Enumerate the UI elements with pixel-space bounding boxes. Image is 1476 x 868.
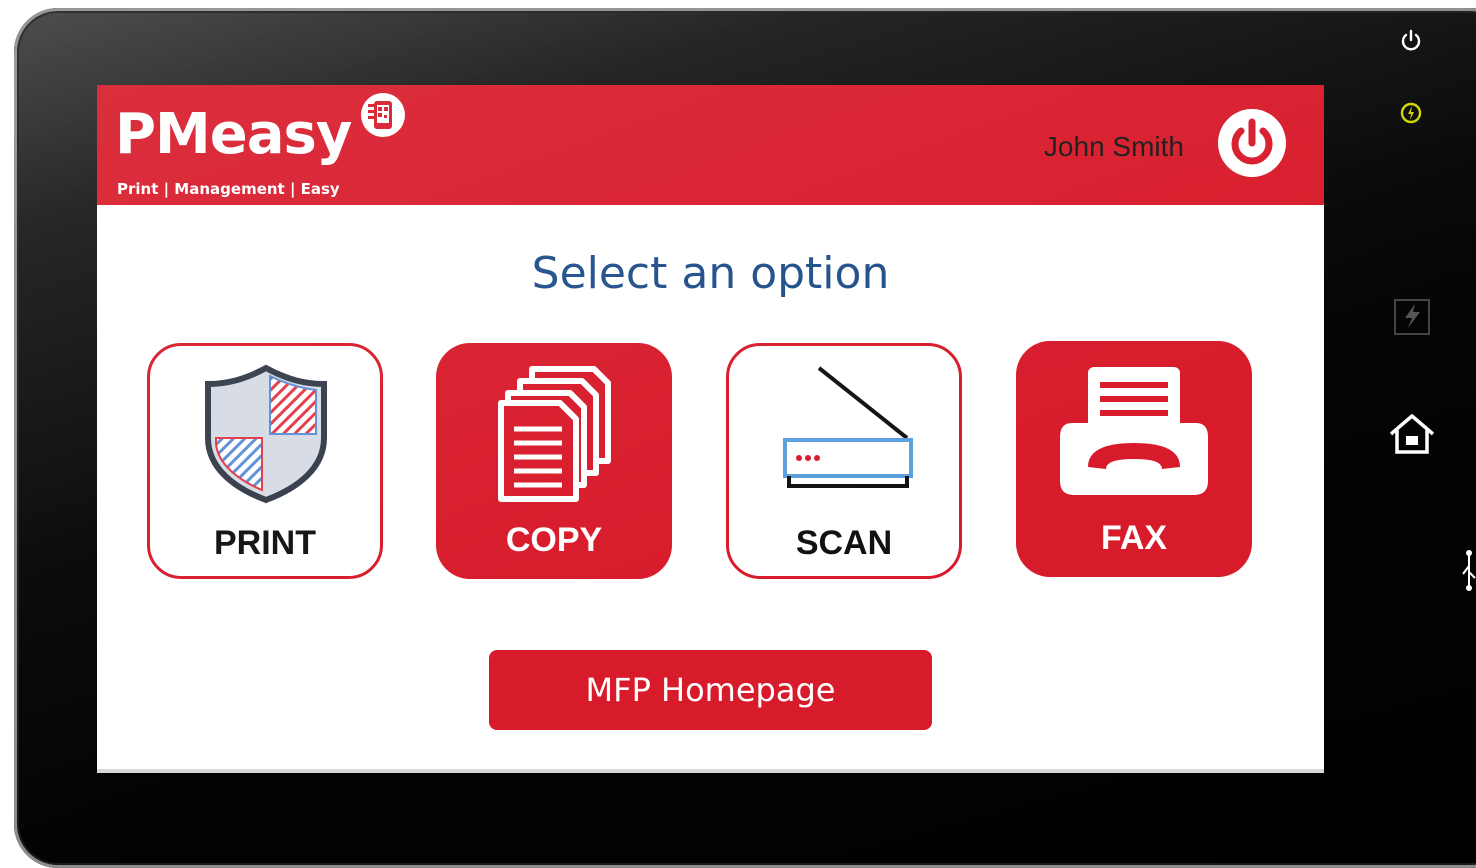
- home-icon: [1389, 414, 1435, 454]
- print-option-label: PRINT: [214, 524, 316, 562]
- fax-option-label: FAX: [1100, 519, 1168, 557]
- device-sleep-button[interactable]: [1394, 186, 1430, 228]
- screen-bottom-edge: [97, 769, 1324, 773]
- mfp-homepage-button[interactable]: MFP Homepage: [489, 650, 932, 730]
- user-name: John Smith: [1043, 131, 1184, 162]
- scan-option-button[interactable]: SCAN: [726, 343, 962, 579]
- device-power-button[interactable]: [1396, 26, 1426, 56]
- device-energy-led: [1398, 100, 1424, 126]
- fax-icon: [1060, 367, 1208, 495]
- app-tagline: Print | Management | Easy: [117, 180, 340, 198]
- shield-icon: [205, 364, 327, 504]
- scan-option-label: SCAN: [795, 524, 893, 562]
- device-usb-port: [1460, 548, 1476, 592]
- copy-option-button[interactable]: COPY: [436, 343, 672, 579]
- energy-saver-icon: [1400, 102, 1422, 124]
- copy-option-label: COPY: [505, 521, 603, 559]
- scanner-icon: [783, 366, 913, 488]
- sleep-icon: [1401, 190, 1418, 224]
- app-header: PMeasy Print | Management | Easy John Sm…: [97, 85, 1324, 205]
- mobile-print-badge-icon: [361, 93, 405, 137]
- power-icon: [1218, 109, 1286, 177]
- device-home-button[interactable]: [1386, 410, 1438, 458]
- documents-icon: [498, 366, 611, 502]
- fax-option-button[interactable]: FAX: [1016, 341, 1252, 577]
- touch-screen: PMeasy Print | Management | Easy John Sm…: [97, 85, 1324, 773]
- app-logo: PMeasy: [115, 102, 352, 167]
- fiery-icon: [1394, 299, 1430, 335]
- usb-icon: [1462, 550, 1476, 591]
- device-fiery-button[interactable]: [1393, 298, 1431, 336]
- logout-button[interactable]: [1216, 107, 1288, 179]
- device-bezel: PMeasy Print | Management | Easy John Sm…: [14, 8, 1476, 868]
- print-option-button[interactable]: PRINT: [147, 343, 383, 579]
- page-title: Select an option: [531, 248, 890, 299]
- power-icon: [1401, 29, 1421, 51]
